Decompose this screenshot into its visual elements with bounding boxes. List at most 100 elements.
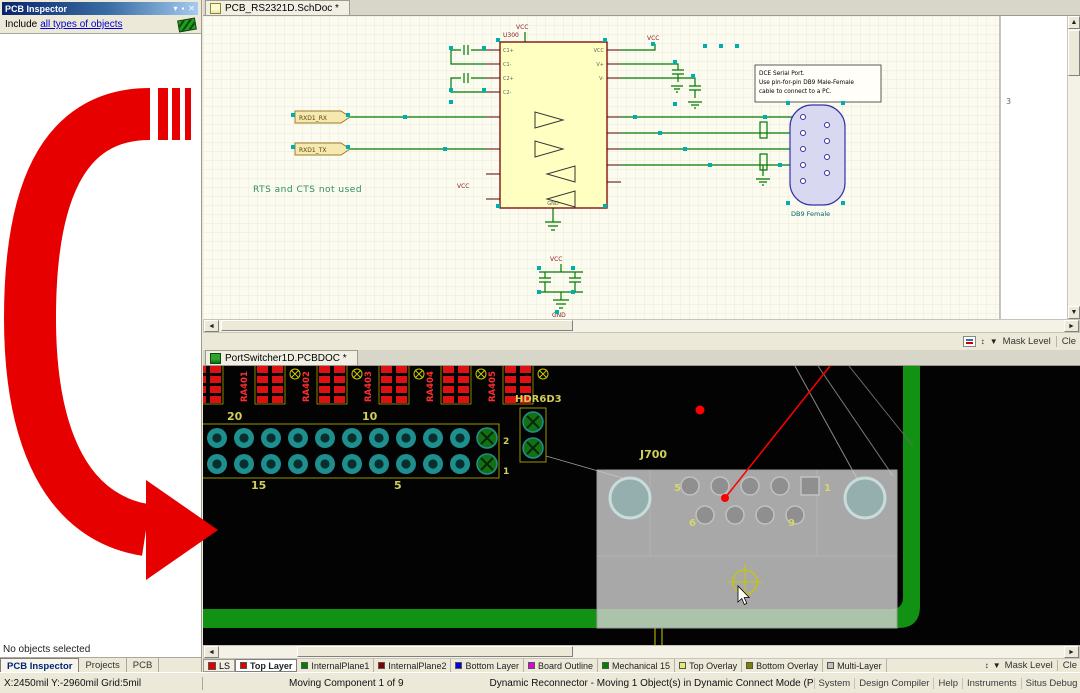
j700-refdes: J700 bbox=[639, 448, 667, 461]
pin1-square-pad bbox=[801, 477, 819, 495]
mounting-hole-right bbox=[845, 478, 885, 518]
include-objects-link[interactable]: all types of objects bbox=[40, 19, 122, 30]
layer-tab-top-overlay[interactable]: Top Overlay bbox=[675, 659, 742, 672]
svg-text:5: 5 bbox=[394, 479, 402, 492]
layer-tab-top-layer[interactable]: Top Layer bbox=[235, 659, 297, 672]
clear-button[interactable]: Cle bbox=[1057, 660, 1077, 671]
pcb-mask-bar: ↕ ▼ Mask Level Cle bbox=[982, 659, 1080, 672]
pcbdoc-icon bbox=[210, 353, 221, 364]
dropdown-icon[interactable]: ▼ bbox=[990, 337, 998, 346]
pcb-tabbar: PortSwitcher1D.PCBDOC * bbox=[203, 350, 1080, 366]
svg-text:9: 9 bbox=[788, 518, 795, 529]
help-button[interactable]: Help bbox=[933, 678, 962, 689]
svg-text:Use pin-for-pin DB9 Male-Femal: Use pin-for-pin DB9 Male-Female bbox=[759, 80, 854, 86]
layer-tab-board-outline[interactable]: Board Outline bbox=[524, 659, 598, 672]
hscroll-thumb[interactable] bbox=[221, 320, 573, 331]
layer-tab-bottom-layer[interactable]: Bottom Layer bbox=[451, 659, 524, 672]
svg-text:VCC: VCC bbox=[647, 35, 659, 42]
schematic-hscrollbar[interactable]: ◄ ► bbox=[203, 319, 1080, 333]
hscroll-track[interactable] bbox=[219, 646, 1064, 658]
pcb-inspector-panel: PCB Inspector ▾ ▪ ✕ Include all types of… bbox=[0, 0, 202, 672]
layer-color-swatch bbox=[455, 662, 462, 669]
panel-pin-icon[interactable]: ▪ bbox=[181, 4, 184, 13]
mask-level-button[interactable]: Mask Level bbox=[1003, 336, 1051, 347]
updown-icon[interactable]: ↕ bbox=[985, 661, 989, 670]
moving-status: Moving Component 1 of 9 bbox=[289, 678, 404, 689]
schematic-doc-tab-label: PCB_RS2321D.SchDoc * bbox=[225, 3, 339, 14]
svg-text:1: 1 bbox=[503, 467, 509, 477]
pcb-hscrollbar[interactable]: ◄ ► bbox=[203, 645, 1080, 659]
pcb-doc-tab-label: PortSwitcher1D.PCBDOC * bbox=[225, 353, 347, 364]
mask-level-button[interactable]: Mask Level bbox=[1005, 660, 1053, 671]
layer-tab-internalplane2[interactable]: InternalPlane2 bbox=[374, 659, 451, 672]
svg-text:RA405: RA405 bbox=[488, 371, 498, 402]
mode-status: Dynamic Reconnector - Moving 1 Object(s)… bbox=[490, 678, 814, 689]
svg-text:cable to connect to a PC.: cable to connect to a PC. bbox=[759, 89, 832, 95]
layer-color-swatch bbox=[240, 662, 247, 669]
db9-label: DB9 Female bbox=[791, 210, 830, 218]
layer-tab-bottom-overlay[interactable]: Bottom Overlay bbox=[742, 659, 823, 672]
scroll-down-icon[interactable]: ▼ bbox=[1068, 306, 1080, 319]
panel-title: PCB Inspector bbox=[5, 4, 67, 14]
layer-sets-button[interactable]: LS bbox=[203, 659, 235, 672]
svg-text:HDR6D3: HDR6D3 bbox=[515, 394, 562, 405]
current-layer-swatch bbox=[208, 662, 216, 670]
editor-area: PCB_RS2321D.SchDoc * 3 bbox=[203, 0, 1080, 672]
hscroll-thumb[interactable] bbox=[297, 646, 573, 657]
tab-pcb-inspector[interactable]: PCB Inspector bbox=[0, 658, 79, 672]
tab-pcb[interactable]: PCB bbox=[127, 658, 160, 672]
tab-projects[interactable]: Projects bbox=[79, 658, 126, 672]
panel-close-icon[interactable]: ✕ bbox=[188, 4, 195, 13]
schematic-doc-tab[interactable]: PCB_RS2321D.SchDoc * bbox=[205, 0, 350, 15]
hscroll-track[interactable] bbox=[219, 320, 1064, 332]
dropdown-icon[interactable]: ▼ bbox=[993, 661, 1001, 670]
layer-tab-internalplane1[interactable]: InternalPlane1 bbox=[297, 659, 374, 672]
scroll-right-icon[interactable]: ► bbox=[1064, 646, 1079, 658]
inspector-body bbox=[0, 33, 201, 644]
sheet-zone-label: 3 bbox=[1006, 97, 1011, 106]
scroll-left-icon[interactable]: ◄ bbox=[204, 646, 219, 658]
chip-refdes: U300 bbox=[503, 32, 519, 39]
pcb-doc-tab[interactable]: PortSwitcher1D.PCBDOC * bbox=[205, 350, 358, 365]
clear-button[interactable]: Cle bbox=[1056, 336, 1076, 347]
svg-text:C1+: C1+ bbox=[503, 48, 514, 54]
svg-text:GND: GND bbox=[552, 312, 566, 319]
rs232-chip: U300 C1+ C1- C2+ C2- VCC V+ V- GND bbox=[486, 32, 621, 208]
layer-color-swatch bbox=[528, 662, 535, 669]
panel-menu-icon[interactable]: ▾ bbox=[173, 4, 177, 13]
svg-text:RA404: RA404 bbox=[426, 371, 436, 402]
layer-tab-mechanical15[interactable]: Mechanical 15 bbox=[598, 659, 675, 672]
board-wizard-icon bbox=[177, 17, 197, 32]
schematic-drawing: 3 bbox=[203, 16, 1080, 319]
design-compiler-button[interactable]: Design Compiler bbox=[854, 678, 933, 689]
svg-text:VCC: VCC bbox=[516, 24, 528, 31]
updown-icon[interactable]: ↕ bbox=[981, 337, 985, 346]
schematic-tabbar: PCB_RS2321D.SchDoc * bbox=[203, 0, 1080, 16]
pcb-canvas[interactable]: RA401 RA402 RA403 RA404 RA405 bbox=[203, 366, 1080, 645]
system-button[interactable]: System bbox=[814, 678, 855, 689]
j700-footprint-dragging[interactable]: J700 5 1 6 9 bbox=[597, 448, 897, 628]
svg-text:V-: V- bbox=[599, 76, 604, 82]
layer-tab-multi-layer[interactable]: Multi-Layer bbox=[823, 659, 887, 672]
pcb-drawing: RA401 RA402 RA403 RA404 RA405 bbox=[203, 366, 1080, 645]
schdoc-icon bbox=[210, 3, 221, 14]
vscroll-thumb[interactable] bbox=[1068, 30, 1080, 76]
schematic-vscrollbar[interactable]: ▲ ▼ bbox=[1067, 16, 1080, 319]
instruments-button[interactable]: Instruments bbox=[962, 678, 1021, 689]
svg-text:RA401: RA401 bbox=[240, 371, 250, 402]
svg-text:10: 10 bbox=[362, 410, 378, 423]
note-box: DCE Serial Port. Use pin-for-pin DB9 Mal… bbox=[755, 65, 881, 102]
layer-color-swatch bbox=[746, 662, 753, 669]
svg-text:RA403: RA403 bbox=[364, 371, 374, 402]
scroll-up-icon[interactable]: ▲ bbox=[1068, 16, 1080, 29]
include-label: Include bbox=[5, 19, 37, 30]
scroll-right-icon[interactable]: ► bbox=[1064, 320, 1079, 332]
doc-options-icon[interactable] bbox=[963, 336, 976, 347]
altium-window: PCB Inspector ▾ ▪ ✕ Include all types of… bbox=[0, 0, 1080, 693]
panel-titlebar[interactable]: PCB Inspector ▾ ▪ ✕ bbox=[2, 2, 198, 15]
schematic-canvas[interactable]: 3 bbox=[203, 16, 1080, 319]
scroll-left-icon[interactable]: ◄ bbox=[204, 320, 219, 332]
svg-text:20: 20 bbox=[227, 410, 243, 423]
situs-debug-console-button[interactable]: Situs Debug Console bbox=[1021, 678, 1080, 689]
layer-tab-bar: LS Top Layer InternalPlane1 InternalPlan… bbox=[203, 659, 1080, 672]
